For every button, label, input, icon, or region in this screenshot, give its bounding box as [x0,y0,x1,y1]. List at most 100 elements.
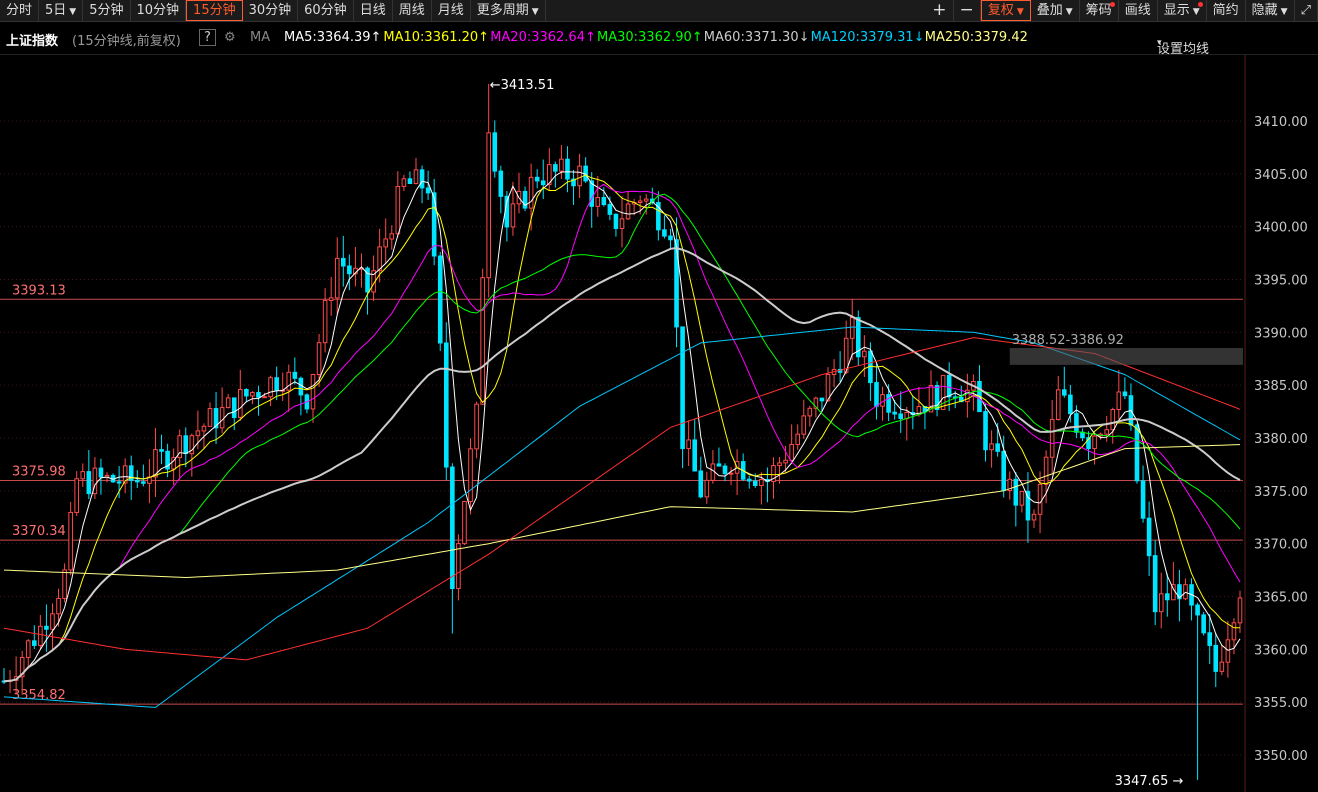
notification-dot-icon [1197,2,1203,7]
period-tab-8[interactable]: 周线 [393,0,432,21]
candle-body [746,478,752,482]
candle-body [1104,429,1110,435]
tool-button-0[interactable]: 复权 ▼ [980,0,1031,21]
period-tab-8-label: 周线 [398,3,425,18]
candle-body [819,397,825,402]
candle-body [492,132,498,172]
candle-body [244,388,249,397]
candle-body [1061,389,1067,396]
low-price-label: 3347.65 → [1115,774,1184,789]
help-icon[interactable]: ? [199,29,216,46]
tool-button-1[interactable]: 叠加 ▼ [1031,0,1080,21]
candle-body [62,569,67,599]
period-tab-0[interactable]: 分时 [0,0,40,21]
tool-button-4-label: 显示 [1163,3,1190,18]
candle-body [298,377,304,396]
candle-body [1146,517,1152,557]
period-tab-9[interactable]: 月线 [432,0,471,21]
tool-button-0-label: 复权 [987,3,1014,18]
fullscreen-icon[interactable]: ⤢ [1295,0,1318,21]
chevron-down-icon: ▼ [1192,7,1200,17]
price-line-label: 3375.98 [12,464,66,479]
candle-body [862,350,867,358]
candle-body [50,613,55,630]
candle-body [462,500,467,545]
price-zone-label: 3388.52-3386.92 [1012,333,1124,348]
ma-line-ma5 [3,171,1241,682]
chevron-down-icon: ▼ [1280,7,1288,17]
candle-body [528,176,534,209]
candle-body [38,625,43,646]
period-tab-5[interactable]: 30分钟 [243,0,299,21]
candle-body [1122,391,1128,397]
candle-body [116,481,122,484]
candle-body [595,196,601,207]
y-tick-label: 3380.00 [1254,432,1308,447]
tool-button-2[interactable]: 筹码 [1080,0,1119,21]
gear-icon[interactable]: ⚙ [224,30,236,45]
period-tab-1-label: 5日 [45,3,67,18]
candle-body [310,373,316,410]
period-tab-10[interactable]: 更多周期 ▼ [471,0,546,21]
ma-value-2: MA20:3362.64↑ [490,30,596,45]
chevron-down-icon: ▼ [531,7,539,17]
period-tab-1[interactable]: 5日 ▼ [39,0,84,21]
zoom-in-button[interactable]: + [926,0,954,21]
period-tab-4[interactable]: 15分钟 [186,0,243,21]
candle-body [728,472,734,475]
candle-body [613,213,619,229]
candle-body [795,433,801,446]
candle-body [328,297,334,301]
candle-body [274,377,279,392]
period-tab-6[interactable]: 60分钟 [298,0,354,21]
candle-body [419,169,425,189]
candle-body [783,459,788,464]
candle-body [456,543,461,590]
ma-value-6: MA250:3379.42 [924,30,1028,45]
candle-body [722,465,728,475]
y-tick-label: 3385.00 [1254,379,1308,394]
candle-body [674,239,679,328]
tool-button-5[interactable]: 简约 [1207,0,1246,21]
candle-body [31,640,37,646]
candle-body [983,411,988,451]
candle-body [704,479,710,498]
candle-body [468,448,473,502]
tool-button-4[interactable]: 显示 ▼ [1158,0,1207,21]
candle-body [1152,555,1158,613]
period-tab-7[interactable]: 日线 [354,0,393,21]
period-tab-3[interactable]: 10分钟 [131,0,187,21]
candle-body [946,374,952,398]
y-tick-label: 3410.00 [1254,115,1308,130]
candle-body [413,169,419,185]
candle-body [407,178,413,185]
candle-body [698,470,704,498]
tool-button-3[interactable]: 画线 [1119,0,1158,21]
y-tick-label: 3365.00 [1254,591,1308,606]
candle-body [1068,394,1073,415]
candle-body [716,463,722,467]
zoom-out-button[interactable]: − [954,0,981,21]
candle-body [1055,389,1061,421]
y-tick-label: 3360.00 [1254,643,1308,658]
candle-body [225,397,231,409]
period-tab-2-label: 5分钟 [89,3,124,18]
candle-body [534,176,540,182]
period-tab-2[interactable]: 5分钟 [83,0,131,21]
candle-body [662,229,667,237]
candle-body [1110,408,1116,431]
tool-button-6[interactable]: 隐藏 ▼ [1246,0,1295,21]
candle-body [559,158,564,172]
y-tick-label: 3370.00 [1254,538,1308,553]
candle-body [486,132,492,279]
candle-body [498,170,504,197]
candle-body [874,382,879,407]
candle-body [316,342,322,375]
y-tick-label: 3405.00 [1254,168,1308,183]
ma-line-ma10 [3,174,1241,682]
candle-body [231,397,237,418]
candle-body [1043,456,1049,485]
candle-body [159,449,164,452]
candle-body [553,164,558,172]
